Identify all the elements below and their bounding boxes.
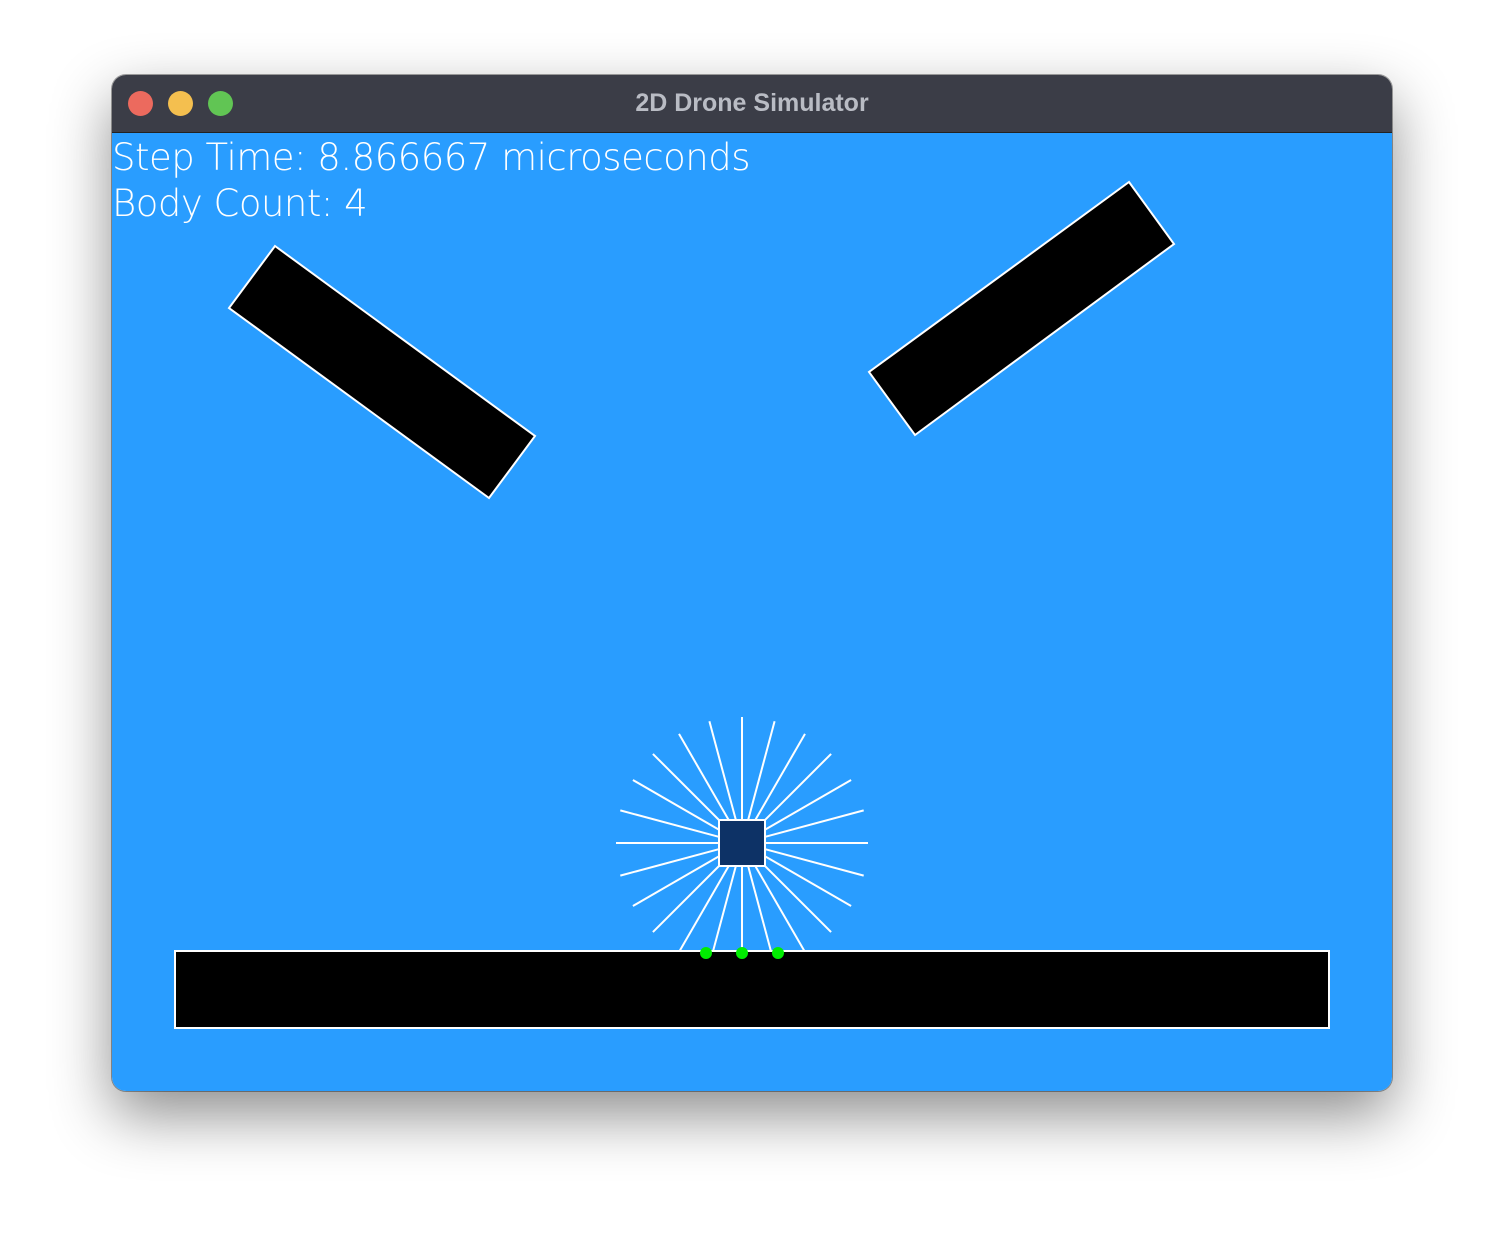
simulation-canvas: Step Time: 8.866667 microseconds Body Co… bbox=[112, 133, 1392, 1091]
simulator-window: 2D Drone Simulator Step Time: 8.866667 m… bbox=[112, 75, 1392, 1091]
window-title: 2D Drone Simulator bbox=[635, 89, 869, 117]
ray-contact-point bbox=[772, 947, 784, 959]
title-bar[interactable]: 2D Drone Simulator bbox=[112, 75, 1392, 133]
ray-contact-point bbox=[700, 947, 712, 959]
drone-body bbox=[718, 819, 766, 867]
body-count-label: Body Count: 4 bbox=[112, 182, 368, 225]
scene bbox=[112, 133, 1392, 1091]
ray-contact-point bbox=[736, 947, 748, 959]
ground-platform bbox=[174, 950, 1330, 1029]
step-time-label: Step Time: 8.866667 microseconds bbox=[112, 136, 751, 179]
